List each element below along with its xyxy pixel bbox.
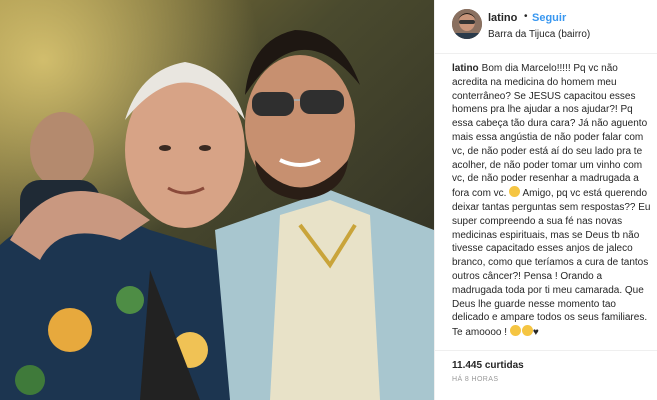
post-side-panel: latino • Seguir Barra da Tijuca (bairro)…: [434, 0, 657, 400]
caption-username[interactable]: latino: [452, 63, 479, 74]
post-photo[interactable]: [0, 0, 434, 400]
caption-text: Bom dia Marcelo!!!!! Pq vc não acredita …: [452, 63, 648, 200]
grinning-face-icon: [509, 325, 521, 337]
caption-text-2: Amigo, pq vc está querendo deixar tantas…: [452, 188, 651, 339]
worried-face-icon: [509, 186, 521, 198]
post-footer: 11.445 curtidas HÁ 8 HORAS: [435, 350, 657, 400]
username-link[interactable]: latino: [488, 12, 517, 24]
follow-button[interactable]: Seguir: [532, 12, 566, 24]
grinning-face-icon: [521, 325, 533, 337]
heart-icon: ♥: [532, 327, 539, 339]
post-caption: latino Bom dia Marcelo!!!!! Pq vc não acr…: [452, 62, 652, 340]
likes-count[interactable]: 11.445 curtidas: [452, 360, 524, 371]
avatar-image: [452, 9, 482, 39]
avatar[interactable]: [452, 9, 482, 39]
post-timestamp[interactable]: HÁ 8 HORAS: [452, 376, 498, 383]
location-link[interactable]: Barra da Tijuca (bairro): [488, 29, 590, 40]
post-photo-image: [0, 0, 434, 400]
separator-dot: •: [524, 11, 528, 22]
post-header: latino • Seguir Barra da Tijuca (bairro): [435, 0, 657, 54]
